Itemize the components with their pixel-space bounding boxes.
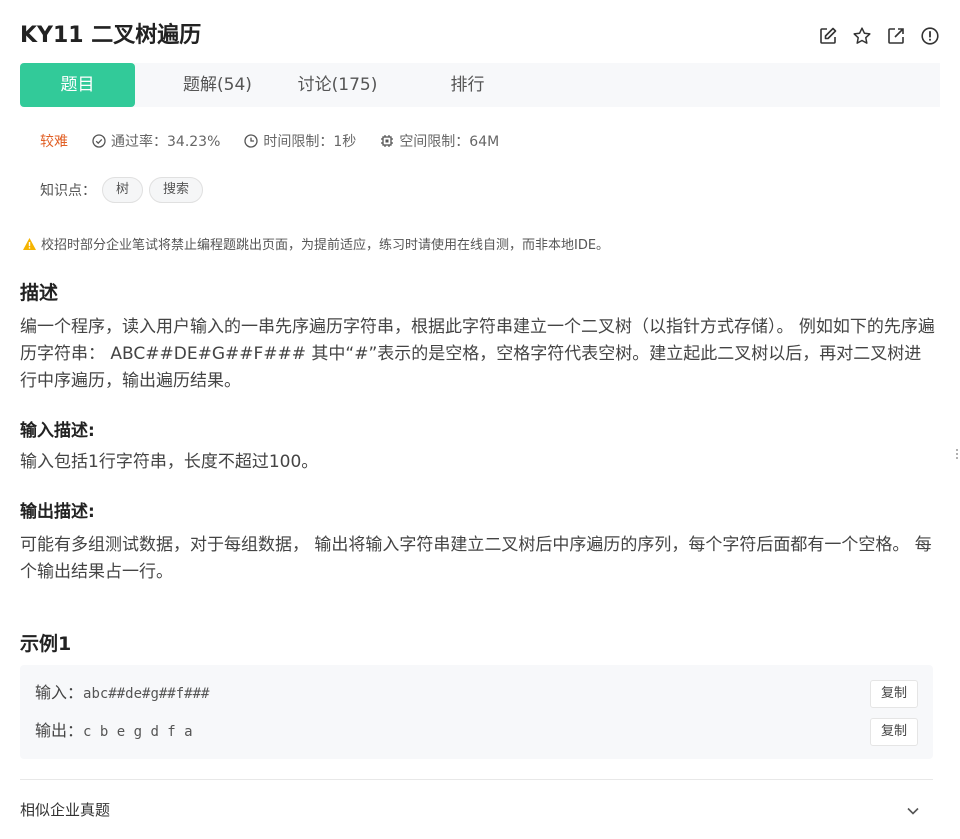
warning-text: 校招时部分企业笔试将禁止编程题跳出页面，为提前适应，练习时请使用在线自测，而非本… xyxy=(41,238,610,253)
report-icon[interactable] xyxy=(920,26,940,46)
external-link-icon[interactable] xyxy=(886,26,906,46)
example-output-row: 输出：c b e g d f a xyxy=(35,718,193,744)
example-output-value: c b e g d f a xyxy=(83,724,193,740)
tab-bar: 题目 题解(54) 讨论(175) 排行 xyxy=(20,63,940,107)
time-limit: 时间限制：1秒 xyxy=(244,131,356,151)
tab-problem[interactable]: 题目 xyxy=(20,63,135,107)
copy-output-button[interactable]: 复制 xyxy=(870,718,918,746)
check-circle-icon xyxy=(92,134,106,148)
description-text: 编一个程序，读入用户输入的一串先序遍历字符串，根据此字符串建立一个二叉树（以指针… xyxy=(20,317,935,391)
tab-ranking[interactable]: 排行 xyxy=(410,63,525,107)
tag-search[interactable]: 搜索 xyxy=(149,177,204,203)
time-limit-text: 时间限制：1秒 xyxy=(263,134,357,150)
example-heading: 示例1 xyxy=(20,633,72,655)
divider xyxy=(20,779,933,780)
warning-notice: 校招时部分企业笔试将禁止编程题跳出页面，为提前适应，练习时请使用在线自测，而非本… xyxy=(22,234,609,253)
star-icon[interactable] xyxy=(852,26,872,46)
example-input-row: 输入：abc##de#g##f### xyxy=(35,680,209,706)
description-heading: 描述 xyxy=(20,282,59,304)
title-row: KY11 二叉树遍历 xyxy=(20,20,940,52)
page-title: KY11 二叉树遍历 xyxy=(20,23,202,48)
clock-icon xyxy=(244,134,259,148)
chip-icon xyxy=(381,135,394,147)
warning-icon xyxy=(23,237,36,250)
example-input-label: 输入： xyxy=(35,683,84,702)
input-desc-text: 输入包括1行字符串，长度不超过100。 xyxy=(20,452,319,472)
example-output-label: 输出： xyxy=(35,721,84,740)
edit-icon[interactable] xyxy=(818,26,838,46)
space-limit-text: 空间限制：64M xyxy=(399,134,500,150)
example-input-value: abc##de#g##f### xyxy=(83,686,210,702)
difficulty-label: 较难 xyxy=(40,134,68,150)
example-box: 输入：abc##de#g##f### 复制 输出：c b e g d f a 复… xyxy=(20,665,933,759)
knowledge-points: 知识点： 树 搜索 xyxy=(40,177,204,203)
tab-solutions[interactable]: 题解(54) xyxy=(160,63,275,107)
similar-questions-label[interactable]: 相似企业真题 xyxy=(20,799,110,820)
space-limit: 空间限制：64M xyxy=(380,131,499,151)
resize-handle-icon[interactable] xyxy=(955,447,959,461)
title-actions xyxy=(818,26,940,46)
copy-input-button[interactable]: 复制 xyxy=(870,680,918,708)
chevron-down-icon[interactable] xyxy=(904,802,922,824)
knowledge-label: 知识点： xyxy=(40,183,96,199)
output-desc-heading: 输出描述: xyxy=(20,502,95,522)
output-desc-text: 可能有多组测试数据，对于每组数据， 输出将输入字符串建立二叉树后中序遍历的序列，… xyxy=(20,535,932,582)
tab-discussion[interactable]: 讨论(175) xyxy=(280,63,395,107)
pass-rate: 通过率：34.23% xyxy=(92,131,220,151)
pass-rate-text: 通过率：34.23% xyxy=(111,134,221,150)
input-desc-heading: 输入描述: xyxy=(20,421,95,441)
problem-meta: 较难 通过率：34.23% 时间限制：1秒 空间限制：64M xyxy=(40,130,523,152)
tag-tree[interactable]: 树 xyxy=(102,177,144,203)
